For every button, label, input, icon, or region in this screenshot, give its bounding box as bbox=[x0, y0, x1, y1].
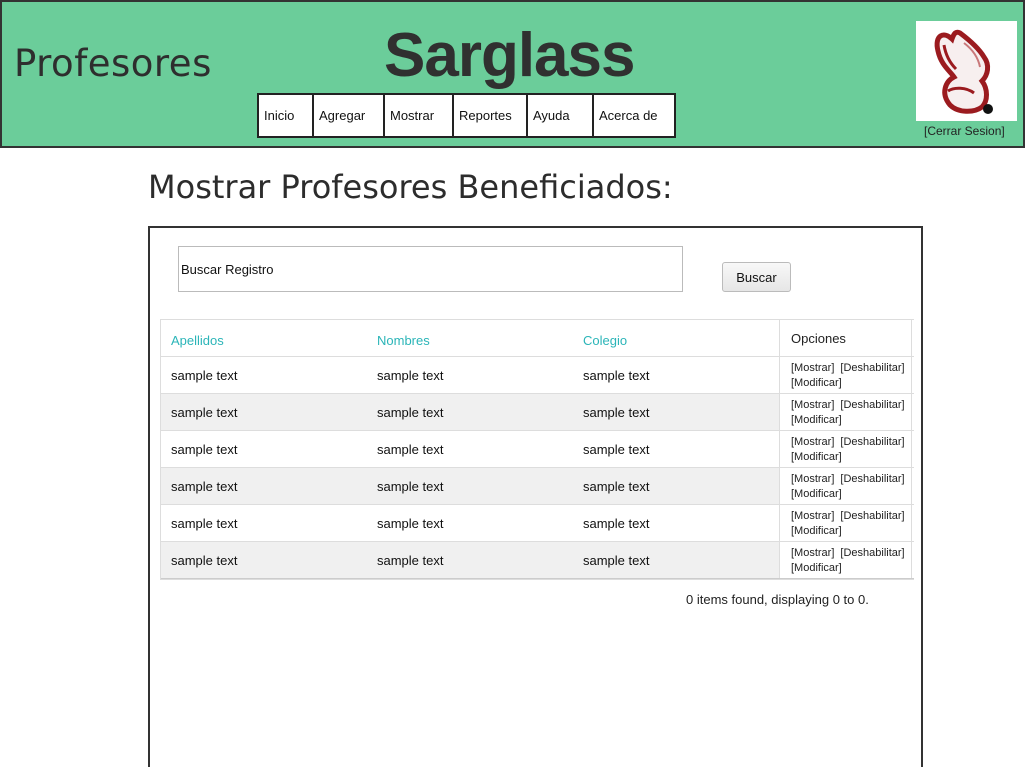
column-header-colegio[interactable]: Colegio bbox=[573, 320, 779, 356]
cell-colegio: sample text bbox=[573, 357, 779, 393]
mostrar-link[interactable]: [Mostrar] bbox=[791, 362, 834, 374]
cell-colegio: sample text bbox=[573, 542, 779, 578]
mostrar-link[interactable]: [Mostrar] bbox=[791, 399, 834, 411]
nav-item-mostrar[interactable]: Mostrar bbox=[385, 95, 454, 136]
cell-nombres: sample text bbox=[367, 357, 573, 393]
nav-item-acerca-de[interactable]: Acerca de bbox=[594, 95, 674, 136]
table-row: sample text sample text sample text [Mos… bbox=[161, 394, 914, 431]
deshabilitar-link[interactable]: [Deshabilitar] bbox=[840, 510, 904, 522]
cell-nombres: sample text bbox=[367, 394, 573, 430]
butterfly-logo-icon bbox=[934, 29, 993, 114]
cell-colegio: sample text bbox=[573, 431, 779, 467]
content-panel: Buscar Apellidos Nombres Colegio Opcione… bbox=[148, 226, 923, 767]
modificar-link[interactable]: [Modificar] bbox=[791, 451, 842, 463]
row-options: [Mostrar] [Deshabilitar] [Modificar] bbox=[779, 542, 912, 578]
deshabilitar-link[interactable]: [Deshabilitar] bbox=[840, 547, 904, 559]
mostrar-link[interactable]: [Mostrar] bbox=[791, 547, 834, 559]
cell-nombres: sample text bbox=[367, 505, 573, 541]
row-options: [Mostrar] [Deshabilitar] [Modificar] bbox=[779, 357, 912, 393]
search-button[interactable]: Buscar bbox=[722, 262, 791, 292]
search-input[interactable] bbox=[178, 246, 683, 292]
modificar-link[interactable]: [Modificar] bbox=[791, 414, 842, 426]
section-title: Profesores bbox=[14, 42, 212, 85]
modificar-link[interactable]: [Modificar] bbox=[791, 488, 842, 500]
column-header-apellidos[interactable]: Apellidos bbox=[161, 320, 367, 356]
cell-colegio: sample text bbox=[573, 505, 779, 541]
brand-title: Sarglass bbox=[384, 21, 636, 90]
page-title: Mostrar Profesores Beneficiados: bbox=[148, 168, 673, 206]
cell-apellidos: sample text bbox=[161, 357, 367, 393]
modificar-link[interactable]: [Modificar] bbox=[791, 525, 842, 537]
logo bbox=[916, 21, 1017, 121]
row-options: [Mostrar] [Deshabilitar] [Modificar] bbox=[779, 394, 912, 430]
mostrar-link[interactable]: [Mostrar] bbox=[791, 510, 834, 522]
table-header-row: Apellidos Nombres Colegio Opciones bbox=[161, 320, 914, 357]
modificar-link[interactable]: [Modificar] bbox=[791, 562, 842, 574]
nav-item-reportes[interactable]: Reportes bbox=[454, 95, 528, 136]
cell-colegio: sample text bbox=[573, 394, 779, 430]
nav-item-inicio[interactable]: Inicio bbox=[259, 95, 314, 136]
nav-item-ayuda[interactable]: Ayuda bbox=[528, 95, 594, 136]
row-options: [Mostrar] [Deshabilitar] [Modificar] bbox=[779, 505, 912, 541]
cell-apellidos: sample text bbox=[161, 542, 367, 578]
cell-nombres: sample text bbox=[367, 431, 573, 467]
deshabilitar-link[interactable]: [Deshabilitar] bbox=[840, 473, 904, 485]
deshabilitar-link[interactable]: [Deshabilitar] bbox=[840, 362, 904, 374]
table-row: sample text sample text sample text [Mos… bbox=[161, 505, 914, 542]
row-options: [Mostrar] [Deshabilitar] [Modificar] bbox=[779, 431, 912, 467]
row-options: [Mostrar] [Deshabilitar] [Modificar] bbox=[779, 468, 912, 504]
nav-item-agregar[interactable]: Agregar bbox=[314, 95, 385, 136]
deshabilitar-link[interactable]: [Deshabilitar] bbox=[840, 399, 904, 411]
mostrar-link[interactable]: [Mostrar] bbox=[791, 473, 834, 485]
table-row: sample text sample text sample text [Mos… bbox=[161, 431, 914, 468]
cell-apellidos: sample text bbox=[161, 431, 367, 467]
column-header-nombres[interactable]: Nombres bbox=[367, 320, 573, 356]
cell-nombres: sample text bbox=[367, 542, 573, 578]
table-row: sample text sample text sample text [Mos… bbox=[161, 357, 914, 394]
data-table: Apellidos Nombres Colegio Opciones sampl… bbox=[160, 319, 914, 580]
header: Profesores Sarglass Inicio Agregar Mostr… bbox=[0, 0, 1025, 148]
cell-nombres: sample text bbox=[367, 468, 573, 504]
cell-apellidos: sample text bbox=[161, 505, 367, 541]
cell-colegio: sample text bbox=[573, 468, 779, 504]
table-row: sample text sample text sample text [Mos… bbox=[161, 542, 914, 579]
main-nav: Inicio Agregar Mostrar Reportes Ayuda Ac… bbox=[257, 93, 676, 138]
logout-link[interactable]: [Cerrar Sesion] bbox=[924, 124, 1005, 138]
mostrar-link[interactable]: [Mostrar] bbox=[791, 436, 834, 448]
column-header-opciones: Opciones bbox=[779, 320, 912, 356]
cell-apellidos: sample text bbox=[161, 394, 367, 430]
cell-apellidos: sample text bbox=[161, 468, 367, 504]
modificar-link[interactable]: [Modificar] bbox=[791, 377, 842, 389]
deshabilitar-link[interactable]: [Deshabilitar] bbox=[840, 436, 904, 448]
table-row: sample text sample text sample text [Mos… bbox=[161, 468, 914, 505]
pagination-summary: 0 items found, displaying 0 to 0. bbox=[686, 592, 869, 607]
